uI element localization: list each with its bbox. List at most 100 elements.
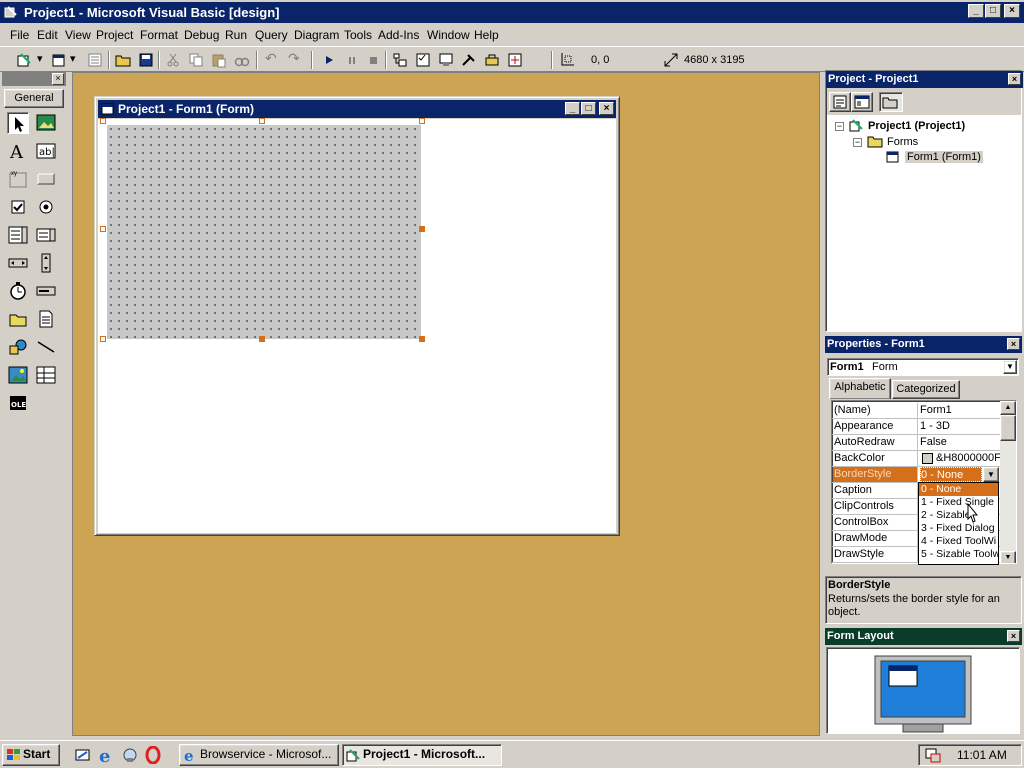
dropdown-arrow-icon[interactable]: ▾	[37, 52, 43, 65]
dropdown-option[interactable]: 4 - Fixed ToolWi	[919, 535, 998, 548]
form-minimize-button[interactable]: _	[565, 102, 580, 115]
tree-item-project1[interactable]: Project1 (Project1)	[868, 120, 965, 132]
ole-tool[interactable]: OLE	[7, 392, 29, 414]
scroll-down-icon[interactable]: ▼	[1000, 551, 1016, 563]
property-grid-scrollbar[interactable]: ▲ ▼	[1000, 401, 1016, 563]
start-button[interactable]: Start	[2, 744, 60, 766]
listbox-tool[interactable]	[35, 224, 57, 246]
save-icon[interactable]	[137, 51, 155, 69]
image-tool[interactable]	[7, 364, 29, 386]
toggle-folders-button[interactable]	[879, 92, 903, 112]
menu-window[interactable]: Window	[427, 28, 470, 42]
dropdown-option[interactable]: 3 - Fixed Dialog	[919, 522, 998, 535]
dropdown-option[interactable]: 1 - Fixed Single	[919, 496, 998, 509]
project-explorer-close-icon[interactable]: ×	[1008, 73, 1021, 85]
menu-run[interactable]: Run	[225, 28, 247, 42]
scroll-up-icon[interactable]: ▲	[1000, 401, 1016, 415]
menu-add-ins[interactable]: Add-Ins	[378, 28, 419, 42]
project-explorer-icon[interactable]	[391, 51, 409, 69]
clock[interactable]: 11:01 AM	[957, 746, 1007, 764]
property-row-selected[interactable]: BorderStyle 0 - None ▼	[832, 467, 1000, 483]
add-form-icon[interactable]	[50, 51, 68, 69]
borderstyle-dropdown-list[interactable]: 0 - None 1 - Fixed Single 2 - Sizable 3 …	[918, 482, 999, 565]
commandbutton-tool[interactable]	[35, 168, 57, 190]
line-tool[interactable]	[35, 336, 57, 358]
chevron-down-icon[interactable]: ▼	[983, 467, 999, 482]
scroll-thumb[interactable]	[1000, 415, 1016, 441]
dropdown-option[interactable]: 0 - None	[919, 483, 998, 496]
property-row[interactable]: AutoRedraw False	[832, 435, 1000, 451]
redo-icon[interactable]: ↷	[288, 50, 300, 67]
minimize-button[interactable]: _	[968, 4, 984, 18]
optionbutton-tool[interactable]	[35, 196, 57, 218]
pointer-tool[interactable]	[7, 112, 29, 134]
resize-handle[interactable]	[259, 336, 265, 342]
combobox-tool[interactable]	[7, 224, 29, 246]
dropdown-arrow-icon[interactable]: ▾	[70, 52, 76, 65]
resize-handle[interactable]	[419, 226, 425, 232]
form-maximize-button[interactable]: □	[581, 102, 596, 115]
picturebox-tool[interactable]	[35, 112, 57, 134]
textbox-tool[interactable]: ab|	[35, 140, 57, 162]
properties-title[interactable]: Properties - Form1 ×	[825, 336, 1022, 353]
menu-help[interactable]: Help	[474, 28, 499, 42]
copy-icon[interactable]	[187, 51, 205, 69]
tree-item-forms[interactable]: Forms	[887, 136, 918, 148]
form-layout-icon[interactable]	[437, 51, 455, 69]
form-close-button[interactable]: ×	[599, 102, 614, 115]
taskbar-item-browservice[interactable]: e Browservice - Microsof...	[179, 744, 339, 766]
menu-debug[interactable]: Debug	[184, 28, 219, 42]
menu-editor-icon[interactable]	[86, 51, 104, 69]
tray-volume-icon[interactable]	[925, 747, 941, 763]
end-icon[interactable]	[364, 51, 382, 69]
form-window-title-bar[interactable]: Project1 - Form1 (Form) _ □ ×	[98, 100, 616, 118]
hscrollbar-tool[interactable]	[7, 252, 29, 274]
properties-window-icon[interactable]	[414, 51, 432, 69]
vscrollbar-tool[interactable]	[35, 252, 57, 274]
menu-view[interactable]: View	[65, 28, 91, 42]
view-object-button[interactable]	[851, 92, 873, 112]
show-desktop-icon[interactable]	[75, 747, 91, 763]
menu-project[interactable]: Project	[96, 28, 133, 42]
menu-diagram[interactable]: Diagram	[294, 28, 339, 42]
start-run-icon[interactable]	[320, 51, 338, 69]
resize-handle[interactable]	[419, 336, 425, 342]
frame-tool[interactable]: xy	[7, 168, 29, 190]
toolbox-close-icon[interactable]: ×	[52, 73, 64, 85]
form-client-area[interactable]	[98, 118, 616, 533]
object-selector[interactable]: Form1 Form ▼	[827, 358, 1019, 376]
toolbox-icon[interactable]	[483, 51, 501, 69]
dirlistbox-tool[interactable]	[7, 308, 29, 330]
maximize-button[interactable]: □	[985, 4, 1001, 18]
form-layout-close-icon[interactable]: ×	[1007, 630, 1020, 642]
data-tool[interactable]	[35, 364, 57, 386]
paste-icon[interactable]	[210, 51, 228, 69]
object-browser-icon[interactable]	[460, 51, 478, 69]
form-layout-title[interactable]: Form Layout ×	[825, 628, 1022, 645]
undo-icon[interactable]: ↶	[265, 50, 277, 67]
open-folder-icon[interactable]	[114, 51, 132, 69]
close-button[interactable]: ×	[1004, 4, 1020, 18]
main-title-bar[interactable]: Project1 - Microsoft Visual Basic [desig…	[0, 2, 1024, 23]
property-row[interactable]: BackColor &H8000000F	[832, 451, 1000, 467]
find-icon[interactable]	[233, 51, 251, 69]
menu-edit[interactable]: Edit	[37, 28, 58, 42]
cut-icon[interactable]	[164, 51, 182, 69]
internet-explorer-icon[interactable]: e	[98, 746, 116, 764]
break-icon[interactable]	[343, 51, 361, 69]
tree-collapse-icon[interactable]: −	[853, 138, 862, 147]
taskbar-item-project1[interactable]: Project1 - Microsoft...	[342, 744, 502, 766]
add-project-icon[interactable]	[16, 51, 34, 69]
data-view-icon[interactable]	[506, 51, 524, 69]
timer-tool[interactable]	[7, 280, 29, 302]
property-row[interactable]: (Name) Form1	[832, 403, 1000, 419]
menu-format[interactable]: Format	[140, 28, 178, 42]
form1-design-surface[interactable]	[107, 125, 421, 339]
network-icon[interactable]	[121, 746, 139, 764]
menu-file[interactable]: File	[10, 28, 29, 42]
properties-close-icon[interactable]: ×	[1007, 338, 1020, 350]
shape-tool[interactable]	[7, 336, 29, 358]
borderstyle-value[interactable]: 0 - None	[920, 467, 982, 482]
drivelistbox-tool[interactable]	[35, 280, 57, 302]
tree-item-form1[interactable]: Form1 (Form1)	[905, 151, 983, 163]
